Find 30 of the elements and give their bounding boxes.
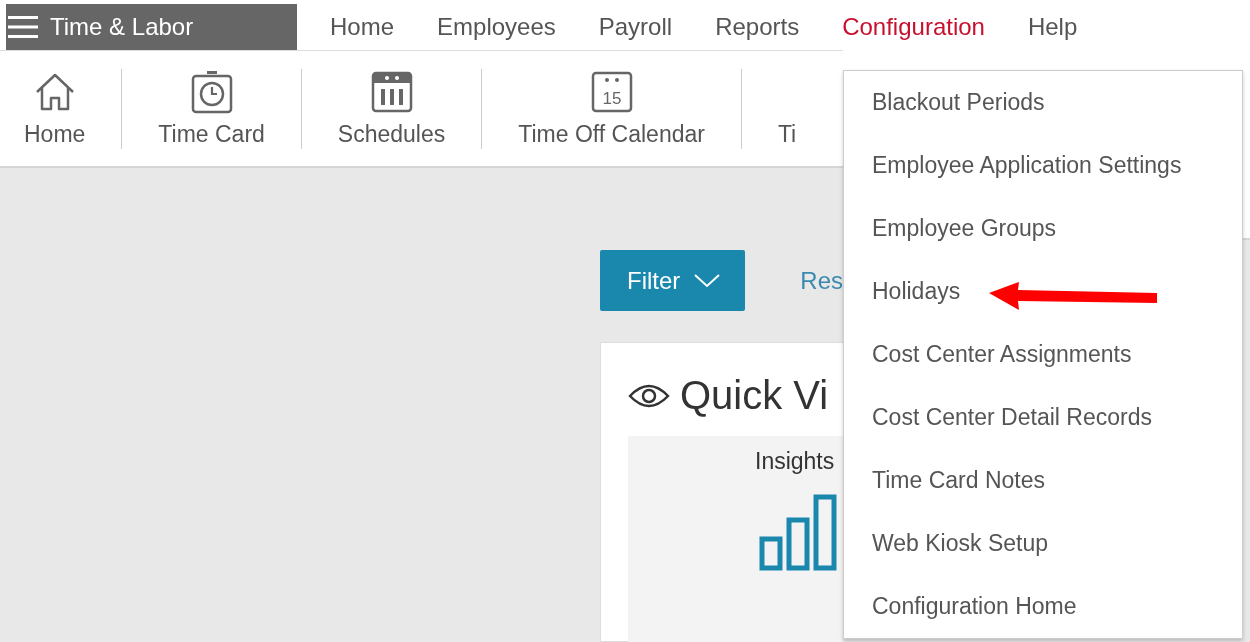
menu-item[interactable]: Web Kiosk Setup (844, 512, 1242, 575)
menu-item[interactable]: Configuration Home (844, 575, 1242, 638)
toolbar-item[interactable]: Home (24, 69, 86, 148)
filter-button[interactable]: Filter (600, 250, 746, 311)
menu-icon (8, 16, 38, 38)
menu-item[interactable]: Employee Groups (844, 197, 1242, 260)
insights-title: Insights (755, 448, 836, 475)
menu-item[interactable]: Time Card Notes (844, 449, 1242, 512)
menu-item[interactable]: Holidays (844, 260, 1242, 323)
nav-tab[interactable]: Help (1027, 13, 1078, 41)
menu-item[interactable]: Cost Center Assignments (844, 323, 1242, 386)
stopwatch-icon (189, 70, 234, 114)
menu-item[interactable]: Employee Application Settings (844, 134, 1242, 197)
toolbar-item[interactable]: Time Card (158, 69, 265, 148)
insights-panel[interactable]: Insights (628, 436, 843, 642)
menu-item[interactable]: Cost Center Detail Records (844, 386, 1242, 449)
app-menu-button[interactable]: Time & Labor (6, 4, 297, 50)
toolbar-item[interactable]: 15 Time Off Calendar (518, 69, 705, 148)
schedule-icon (369, 70, 414, 114)
nav-tab[interactable]: Configuration (842, 13, 985, 41)
toolbar-item[interactable]: Ti (777, 69, 797, 148)
menu-item[interactable]: Blackout Periods (844, 71, 1242, 134)
nav-tab[interactable]: Home (330, 13, 395, 41)
calendar-icon: 15 (589, 70, 634, 114)
quick-view-title: Quick Vi (680, 373, 829, 418)
chevron-down-icon (694, 273, 721, 288)
nav-tab[interactable]: Reports (715, 13, 800, 41)
nav-tab[interactable]: Employees (437, 13, 556, 41)
toolbar-item[interactable]: Schedules (337, 69, 446, 148)
nav-tab[interactable]: Payroll (598, 13, 673, 41)
